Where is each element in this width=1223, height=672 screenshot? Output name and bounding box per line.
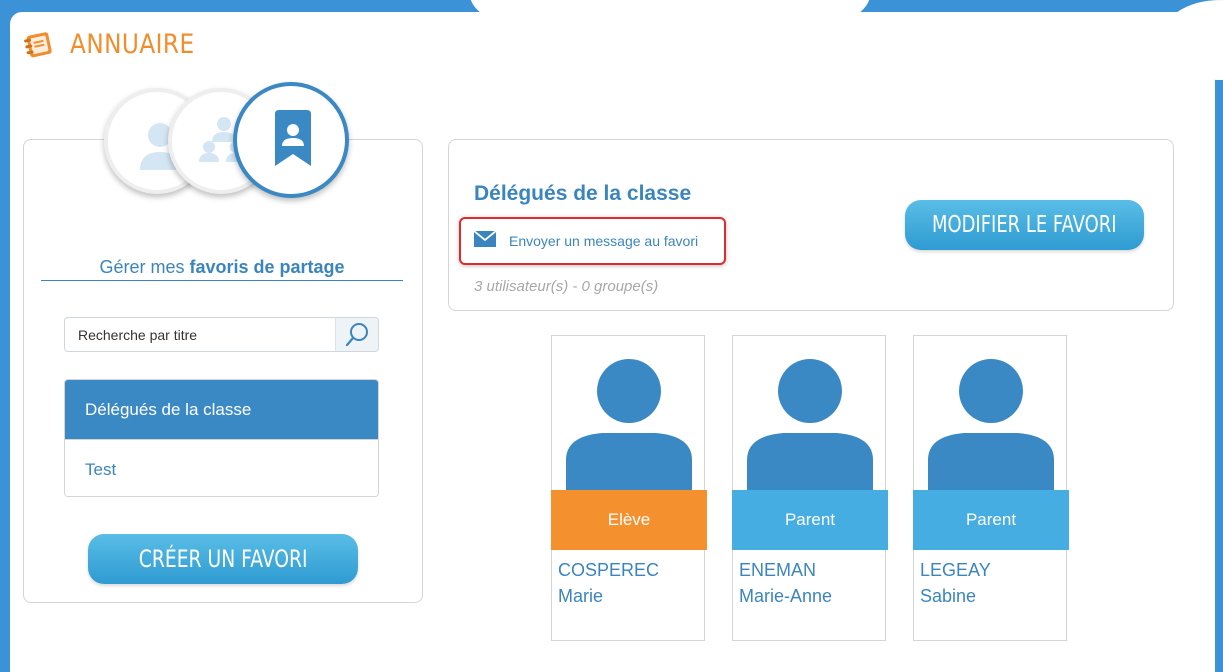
favorite-item-delegues[interactable]: Délégués de la classe — [65, 380, 378, 439]
app-title: ANNUAIRE — [70, 28, 195, 60]
modify-favorite-button[interactable]: MODIFIER LE FAVORI — [905, 200, 1144, 250]
bookmark-user-icon — [275, 110, 311, 166]
section-title-prefix: Gérer mes — [99, 257, 185, 277]
envelope-icon — [474, 231, 496, 247]
app-header: ANNUAIRE — [22, 24, 215, 64]
member-first-name: Marie-Anne — [739, 586, 833, 606]
search-icon — [345, 323, 368, 347]
member-first-name: Marie — [558, 586, 604, 606]
search-input[interactable] — [65, 318, 335, 351]
role-badge: Parent — [913, 490, 1069, 550]
send-message-link[interactable]: Envoyer un message au favori — [459, 217, 726, 265]
member-last-name: COSPEREC — [558, 560, 660, 580]
create-favorite-label: CRÉER UN FAVORI — [138, 545, 308, 573]
member-card[interactable]: Parent ENEMAN Marie-Anne — [732, 335, 888, 641]
avatar-icon — [566, 359, 692, 491]
section-title: Gérer mes favoris de partage — [41, 257, 403, 278]
send-message-label: Envoyer un message au favori — [509, 233, 699, 249]
favorites-list: Délégués de la classe Test — [64, 379, 379, 497]
avatar-icon — [928, 359, 1054, 491]
member-counts: 3 utilisateur(s) - 0 groupe(s) — [474, 278, 659, 295]
member-first-name: Sabine — [920, 586, 977, 606]
search-box — [64, 317, 379, 352]
favorite-title: Délégués de la classe — [474, 182, 692, 205]
tab-favorites[interactable] — [233, 82, 349, 198]
member-card[interactable]: Parent LEGEAY Sabine — [913, 335, 1069, 641]
section-title-bold: favoris de partage — [189, 257, 345, 277]
modify-favorite-label: MODIFIER LE FAVORI — [932, 212, 1117, 238]
search-button[interactable] — [335, 318, 378, 351]
favorite-item-test[interactable]: Test — [65, 439, 378, 496]
member-last-name: ENEMAN — [739, 560, 817, 580]
avatar-icon — [747, 359, 873, 491]
member-card[interactable]: Elève COSPEREC Marie — [551, 335, 707, 641]
section-divider — [41, 280, 403, 281]
role-badge: Parent — [732, 490, 888, 550]
create-favorite-button[interactable]: CRÉER UN FAVORI — [88, 534, 358, 584]
role-badge: Elève — [551, 490, 707, 550]
member-last-name: LEGEAY — [920, 560, 991, 580]
notebook-icon — [24, 32, 52, 58]
